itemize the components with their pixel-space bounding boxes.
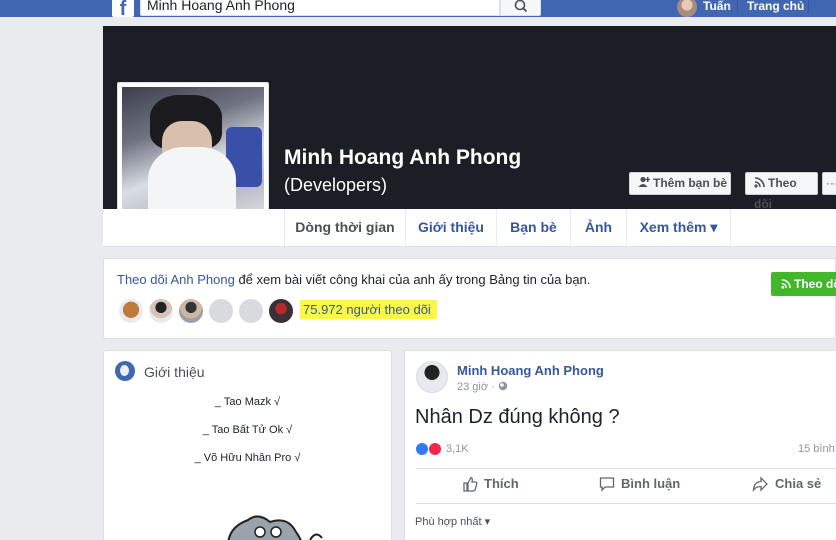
globe-icon — [498, 381, 508, 391]
rss-icon — [754, 177, 765, 188]
divider — [416, 468, 836, 469]
thumbs-up-icon — [463, 476, 478, 492]
post-timestamp[interactable]: 23 giờ · — [457, 381, 508, 393]
profile-alternate-name: (Developers) — [284, 175, 388, 195]
like-button[interactable]: Thích — [484, 476, 519, 491]
add-friend-button[interactable]: Thêm bạn bè — [629, 172, 731, 195]
love-reaction-icon[interactable] — [428, 442, 442, 456]
follow-prompt-link[interactable]: Theo dõi Anh Phong — [117, 272, 235, 287]
share-button[interactable]: Chia sẻ — [775, 476, 821, 491]
tab-more[interactable]: Xem thêm ▾ — [626, 209, 730, 247]
follow-prompt-text: Theo dõi Anh Phong để xem bài viết công … — [117, 272, 590, 287]
post-author-avatar[interactable] — [416, 361, 448, 393]
tab-photos[interactable]: Ảnh — [570, 209, 626, 247]
tab-about[interactable]: Giới thiệu — [405, 209, 496, 247]
comments-count[interactable]: 15 bình — [798, 443, 835, 455]
intro-title: Giới thiệu — [144, 364, 205, 380]
reactions-count[interactable]: 3,1K — [446, 443, 469, 455]
search-input[interactable]: Minh Hoang Anh Phong — [140, 0, 500, 16]
add-friend-label: Thêm bạn bè — [653, 176, 728, 190]
profile-photo — [122, 87, 264, 229]
more-options-button[interactable]: ··· — [822, 172, 836, 195]
follower-avatar[interactable] — [147, 297, 175, 325]
follower-avatar[interactable] — [177, 297, 205, 325]
comment-sort-dropdown[interactable]: Phù hợp nhất ▾ — [415, 515, 490, 528]
followers-count[interactable]: 75.972 người theo dõi — [300, 300, 437, 319]
post-text: Nhân Dz đúng không ? — [415, 406, 620, 428]
intro-bio-line: _ Võ Hữu Nhân Pro √ — [194, 452, 301, 464]
follow-button[interactable]: Theo dõi — [745, 172, 818, 211]
follower-avatar[interactable] — [117, 297, 145, 325]
follow-green-label: Theo dõi — [794, 277, 836, 291]
rss-icon — [781, 279, 791, 289]
follower-avatar[interactable] — [267, 297, 295, 325]
like-reaction-icon[interactable] — [415, 442, 429, 456]
follower-avatar[interactable] — [237, 297, 265, 325]
intro-bio-line: _ Tao Bất Tử Ok √ — [202, 424, 293, 436]
tab-timeline[interactable]: Dòng thời gian — [284, 209, 405, 247]
search-button[interactable] — [500, 0, 541, 16]
profile-name[interactable]: Minh Hoang Anh Phong — [284, 146, 521, 170]
comment-icon — [599, 477, 615, 492]
cartoon-cat-image — [227, 515, 323, 540]
globe-icon — [115, 361, 135, 381]
search-icon — [514, 0, 528, 13]
follow-green-button[interactable]: Theo dõi — [771, 272, 836, 296]
nav-divider — [737, 0, 738, 12]
post-time-text: 23 giờ · — [457, 381, 498, 393]
add-friend-icon — [638, 176, 651, 187]
comment-button[interactable]: Bình luận — [621, 476, 680, 491]
intro-bio-line: _ Tao Mazk √ — [214, 396, 281, 408]
facebook-logo[interactable]: f — [112, 0, 134, 20]
tab-divider — [730, 209, 731, 247]
nav-user-name[interactable]: Tuấn — [703, 0, 731, 13]
divider — [416, 503, 836, 504]
follower-avatar[interactable] — [207, 297, 235, 325]
nav-divider — [808, 0, 809, 12]
share-icon — [752, 476, 768, 492]
nav-home-link[interactable]: Trang chủ — [747, 0, 804, 13]
tab-friends[interactable]: Bạn bè — [496, 209, 570, 247]
follow-prompt-body: để xem bài viết công khai của anh ấy tro… — [234, 272, 591, 287]
post-author-name[interactable]: Minh Hoang Anh Phong — [457, 363, 604, 378]
